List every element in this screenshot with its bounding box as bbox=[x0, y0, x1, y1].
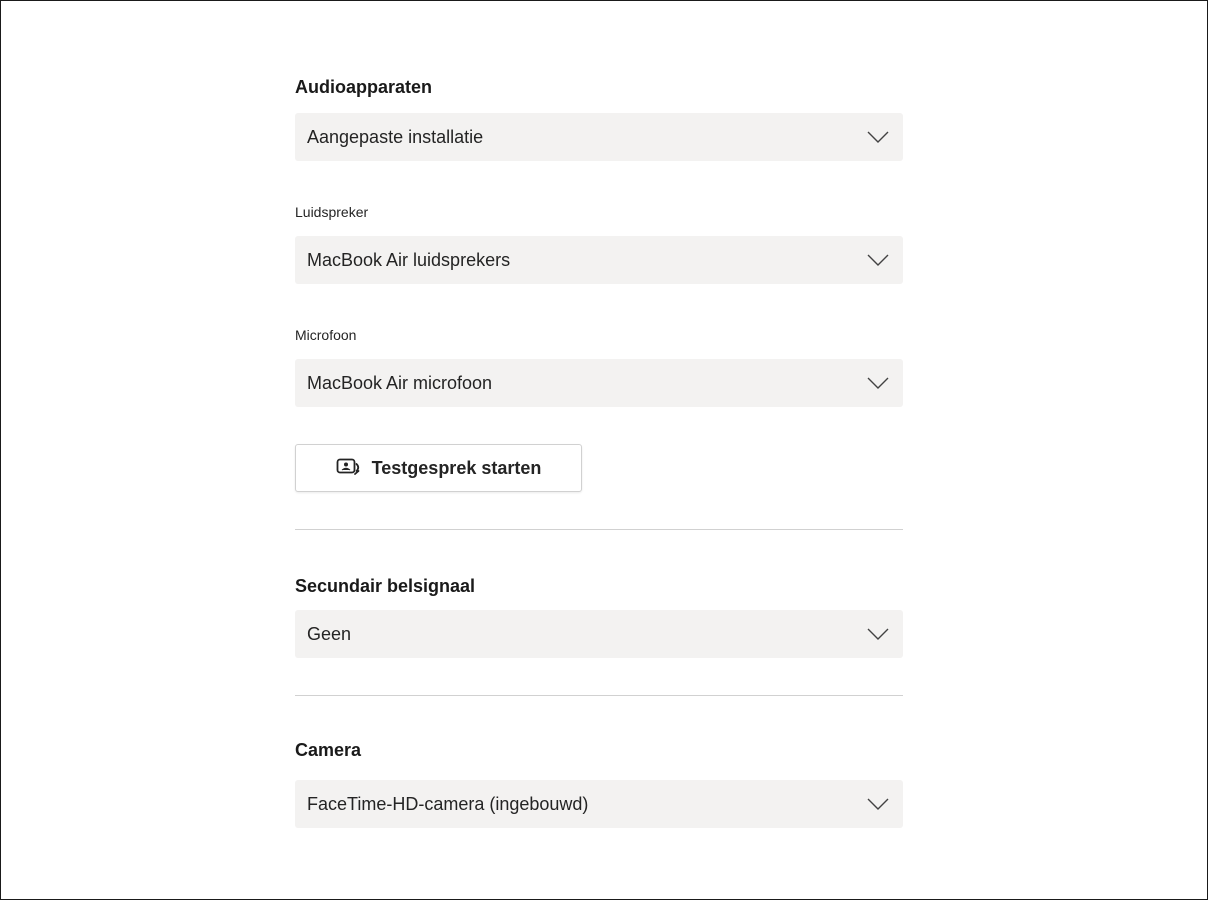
camera-dropdown[interactable]: FaceTime-HD-camera (ingebouwd) bbox=[295, 780, 903, 828]
test-call-icon bbox=[336, 458, 360, 475]
chevron-down-icon bbox=[867, 254, 889, 266]
microphone-label: Microfoon bbox=[295, 327, 357, 343]
audio-device-setup-dropdown[interactable]: Aangepaste installatie bbox=[295, 113, 903, 161]
chevron-down-icon bbox=[867, 628, 889, 640]
start-test-call-label: Testgesprek starten bbox=[371, 457, 542, 478]
audio-devices-heading: Audioapparaten bbox=[295, 77, 433, 97]
speaker-value: MacBook Air luidsprekers bbox=[307, 249, 511, 270]
microphone-value: MacBook Air microfoon bbox=[307, 372, 493, 393]
camera-value: FaceTime-HD-camera (ingebouwd) bbox=[307, 793, 589, 814]
audio-device-setup-value: Aangepaste installatie bbox=[307, 126, 484, 147]
start-test-call-button[interactable]: Testgesprek starten bbox=[295, 444, 582, 492]
microphone-dropdown[interactable]: MacBook Air microfoon bbox=[295, 359, 903, 407]
secondary-ringer-dropdown[interactable]: Geen bbox=[295, 610, 903, 658]
secondary-ringer-heading: Secundair belsignaal bbox=[295, 576, 476, 596]
secondary-ringer-value: Geen bbox=[307, 623, 352, 644]
speaker-label: Luidspreker bbox=[295, 204, 369, 220]
section-divider bbox=[295, 695, 903, 696]
section-divider bbox=[295, 529, 903, 530]
speaker-dropdown[interactable]: MacBook Air luidsprekers bbox=[295, 236, 903, 284]
chevron-down-icon bbox=[867, 798, 889, 810]
chevron-down-icon bbox=[867, 131, 889, 143]
camera-heading: Camera bbox=[295, 740, 362, 760]
chevron-down-icon bbox=[867, 377, 889, 389]
